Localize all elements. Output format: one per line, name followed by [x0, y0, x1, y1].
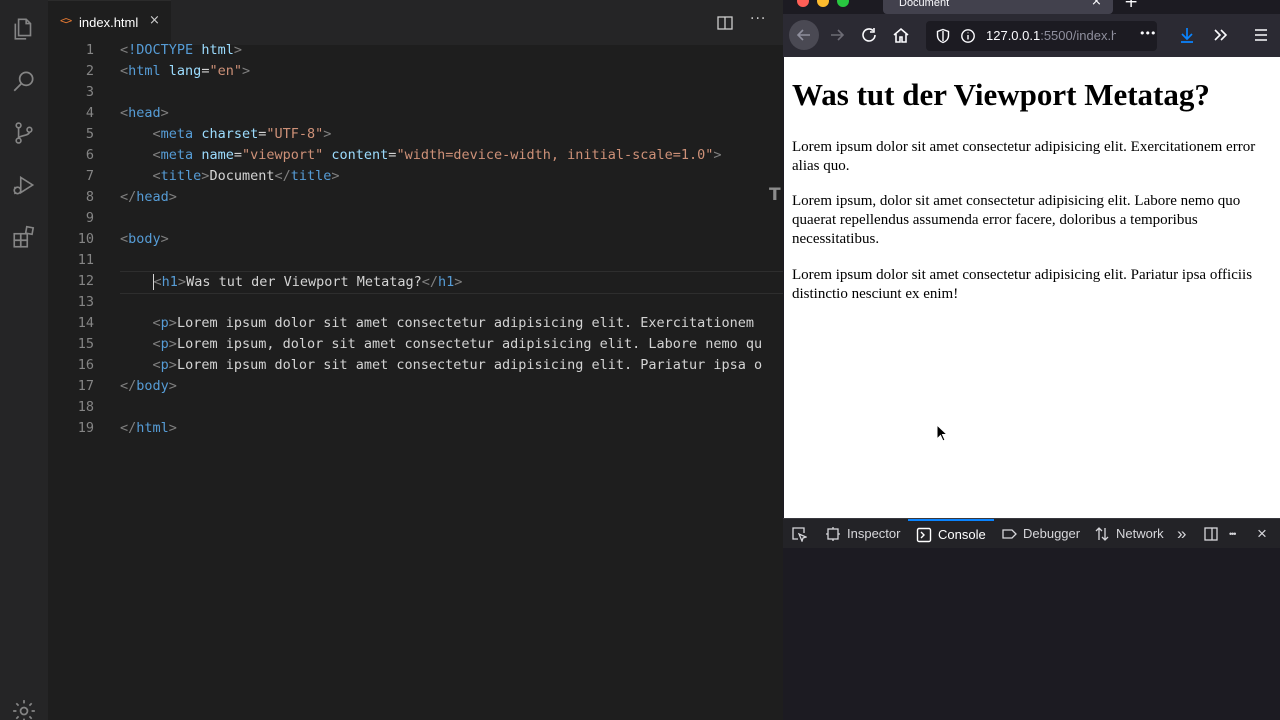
minimize-window-button[interactable] [817, 0, 829, 7]
page-paragraph: Lorem ipsum dolor sit amet consectetur a… [792, 139, 1256, 174]
line-number: 14 [77, 315, 94, 331]
line-number: 6 [85, 147, 94, 163]
navigation-toolbar: 127.0.0.1:5500/index.ht ••• [783, 14, 1280, 57]
search-icon[interactable] [11, 68, 37, 94]
page-paragraph: Lorem ipsum dolor sit amet consectetur a… [792, 267, 1253, 302]
titlebar: Document × + [783, 0, 1280, 14]
close-window-button[interactable] [797, 0, 809, 7]
run-debug-icon[interactable] [11, 172, 37, 198]
editor-tab-bar: <> index.html × ··· [48, 0, 783, 45]
code-line: <head> [120, 105, 169, 121]
page-heading: Was tut der Viewport Metatag? [792, 77, 1210, 112]
page-viewport: Was tut der Viewport Metatag? Lorem ipsu… [784, 57, 1280, 518]
tab-inspector-label: Inspector [847, 526, 901, 541]
line-number: 8 [85, 189, 94, 205]
tracking-shield-icon[interactable] [935, 28, 951, 44]
url-text[interactable]: 127.0.0.1:5500/index.ht [986, 28, 1116, 43]
line-number: 11 [77, 252, 94, 268]
tab-console-label: Console [938, 527, 986, 542]
tab-network-label: Network [1116, 526, 1164, 541]
network-icon [1095, 526, 1109, 541]
line-number: 5 [85, 126, 94, 142]
line-number: 10 [77, 231, 94, 247]
console-icon [916, 527, 932, 542]
editor-area: <> index.html × ··· 1 <!DOCTYPE html> 2 <h… [48, 0, 783, 720]
split-editor-icon[interactable] [717, 15, 733, 30]
page-actions-icon[interactable]: ••• [1139, 27, 1156, 40]
reload-button[interactable] [854, 20, 884, 50]
new-tab-button[interactable]: + [1124, 0, 1138, 12]
browser-tab-close-icon[interactable]: × [1091, 0, 1102, 9]
extensions-icon[interactable] [11, 224, 37, 250]
line-number: 3 [85, 84, 94, 100]
line-number: 2 [85, 63, 94, 79]
overflow-glyph: T [769, 185, 781, 205]
line-number: 4 [85, 105, 94, 121]
line-number: 1 [85, 42, 94, 58]
tab-label: index.html [79, 15, 139, 30]
code-line-current: <h1>Was tut der Viewport Metatag?</h1> [120, 271, 783, 294]
explorer-icon[interactable] [11, 16, 37, 42]
site-info-icon[interactable] [960, 28, 976, 44]
devtools-menu-icon[interactable]: ••• [1229, 519, 1237, 548]
line-number: 13 [77, 294, 94, 310]
line-number: 16 [77, 357, 94, 373]
overflow-chevron-icon[interactable] [1205, 20, 1235, 50]
back-button[interactable] [789, 20, 819, 50]
line-number: 7 [85, 168, 94, 184]
source-control-icon[interactable] [11, 120, 37, 146]
line-number: 18 [77, 399, 94, 415]
html-file-icon: <> [60, 14, 72, 27]
code-line: <meta charset="UTF-8"> [152, 126, 332, 142]
activity-bar [0, 0, 48, 720]
mouse-pointer-icon [936, 423, 949, 442]
line-number: 12 [77, 273, 94, 289]
forward-button[interactable] [822, 20, 852, 50]
code-line: <p>Lorem ipsum dolor sit amet consectetu… [152, 315, 755, 331]
tab-close-icon[interactable]: × [149, 13, 160, 28]
manage-gear-icon[interactable] [11, 698, 37, 720]
maximize-window-button[interactable] [837, 0, 849, 7]
more-tools-icon[interactable]: » [1177, 519, 1186, 548]
page-paragraph: Lorem ipsum, dolor sit amet consectetur … [792, 193, 1241, 247]
firefox-window: Document × + 127.0.0.1:5500/index.ht ••• [783, 0, 1280, 720]
code-line: </body> [120, 378, 177, 394]
browser-tab[interactable]: Document × [883, 0, 1113, 14]
code-line: <html lang="en"> [120, 63, 251, 79]
line-number: 9 [85, 210, 94, 226]
tab-console[interactable]: Console [908, 519, 994, 548]
code-line: <!DOCTYPE html> [120, 42, 242, 58]
downloads-icon[interactable] [1172, 20, 1202, 50]
tab-debugger-label: Debugger [1023, 526, 1081, 541]
code-line: </html> [120, 420, 177, 436]
code-line: </head> [120, 189, 177, 205]
line-number: 15 [77, 336, 94, 352]
hamburger-menu-icon[interactable] [1246, 20, 1276, 50]
element-picker-icon[interactable] [791, 519, 813, 548]
code-line: <p>Lorem ipsum dolor sit amet consectetu… [152, 357, 763, 373]
line-number: 19 [77, 420, 94, 436]
browser-tab-title: Document [899, 0, 950, 9]
dock-side-icon[interactable] [1203, 519, 1225, 548]
console-panel[interactable] [783, 548, 1280, 720]
tab-inspector[interactable]: Inspector [825, 519, 900, 548]
line-number: 17 [77, 378, 94, 394]
code-line: <title>Document</title> [152, 168, 340, 184]
code-line: <body> [120, 231, 169, 247]
code-editor[interactable]: 1 <!DOCTYPE html> 2 <html lang="en"> 3 4 <h… [48, 40, 783, 460]
close-devtools-icon[interactable]: × [1257, 519, 1267, 548]
address-bar[interactable]: 127.0.0.1:5500/index.ht ••• [926, 21, 1157, 51]
tab-debugger[interactable]: Debugger [1001, 519, 1080, 548]
debugger-icon [1002, 528, 1017, 539]
code-line: <meta name="viewport" content="width=dev… [152, 147, 722, 163]
home-button[interactable] [886, 20, 916, 50]
tab-network[interactable]: Network [1094, 519, 1164, 548]
more-actions-icon[interactable]: ··· [750, 11, 766, 27]
inspector-icon [826, 526, 840, 541]
devtools-toolbar: Inspector Console Debugger Network » •••… [783, 518, 1280, 548]
code-line: <p>Lorem ipsum, dolor sit amet consectet… [152, 336, 763, 352]
tab-index-html[interactable]: <> index.html × [48, 0, 171, 45]
